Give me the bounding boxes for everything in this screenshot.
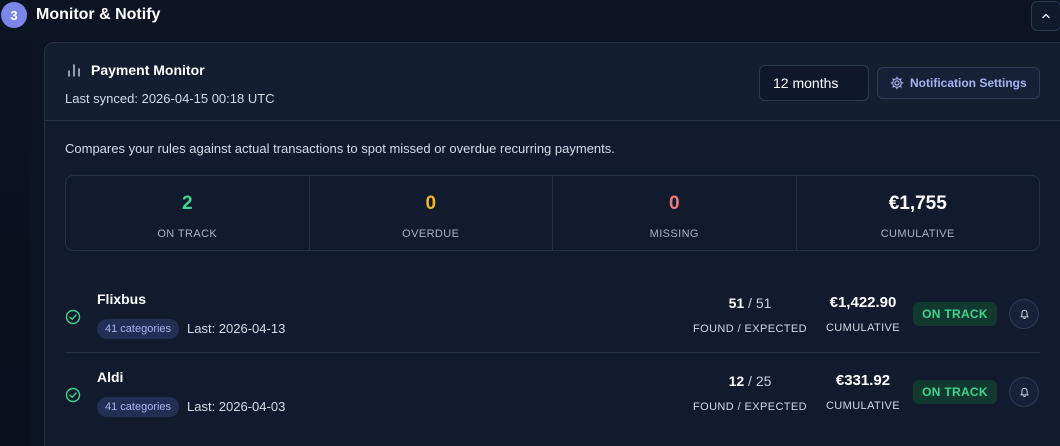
stat-on-track: 2 ON TRACK <box>66 176 310 250</box>
expected-count: / 51 <box>748 295 772 311</box>
last-synced-text: Last synced: 2026-04-15 00:18 UTC <box>65 91 275 106</box>
categories-chip[interactable]: 41 categories <box>97 319 180 339</box>
notification-settings-button[interactable]: Notification Settings <box>877 67 1040 99</box>
found-expected: 12 / 25 FOUND / EXPECTED <box>685 373 815 413</box>
stat-value: 2 <box>181 193 193 214</box>
step-badge: 3 <box>1 2 27 28</box>
check-circle-icon <box>65 309 81 325</box>
payment-name: Aldi <box>97 369 124 385</box>
stat-value: 0 <box>425 193 437 214</box>
section-title: Monitor & Notify <box>36 6 161 23</box>
bar-chart-icon <box>68 64 80 77</box>
stat-cumulative: €1,755 CUMULATIVE <box>797 176 1040 250</box>
cumulative-amount: €1,422.90 CUMULATIVE <box>817 294 909 334</box>
monitor-title: Payment Monitor <box>91 62 205 78</box>
bell-icon <box>1020 309 1028 319</box>
card-header: Payment Monitor Last synced: 2026-04-15 … <box>45 43 1060 121</box>
stat-value: €1,755 <box>888 193 947 214</box>
cumulative-amount: €331.92 CUMULATIVE <box>817 372 909 412</box>
cumulative-value: €331.92 <box>835 372 891 389</box>
stats-panel: 2 ON TRACK 0 OVERDUE 0 MISSING €1,755 CU… <box>65 175 1040 251</box>
stat-value: 0 <box>668 193 680 214</box>
found-expected: 51 / 51 FOUND / EXPECTED <box>685 295 815 335</box>
stat-overdue: 0 OVERDUE <box>310 176 553 250</box>
last-date: Last: 2026-04-13 <box>187 321 286 336</box>
last-date: Last: 2026-04-03 <box>187 399 286 414</box>
gear-icon <box>890 76 904 90</box>
status-badge: ON TRACK <box>913 380 997 404</box>
check-circle-icon <box>65 387 81 403</box>
expected-count: / 25 <box>748 373 772 389</box>
stat-label: ON TRACK <box>157 228 218 240</box>
chevron-up-icon <box>1042 13 1050 19</box>
list-item: Flixbus 41 categories Last: 2026-04-13 5… <box>65 275 1040 353</box>
side-rail <box>0 40 30 446</box>
stat-label: MISSING <box>649 228 699 240</box>
notify-button[interactable] <box>1009 299 1039 329</box>
stat-label: OVERDUE <box>402 228 460 240</box>
notification-settings-label: Notification Settings <box>910 76 1027 90</box>
stat-missing: 0 MISSING <box>553 176 797 250</box>
period-select[interactable]: 12 months <box>759 65 869 101</box>
cumulative-label: CUMULATIVE <box>825 400 901 412</box>
payment-monitor-card: Payment Monitor Last synced: 2026-04-15 … <box>44 42 1060 446</box>
list-item: Aldi 41 categories Last: 2026-04-03 12 /… <box>65 353 1040 431</box>
cumulative-label: CUMULATIVE <box>825 322 901 334</box>
stat-label: CUMULATIVE <box>880 228 955 240</box>
status-badge: ON TRACK <box>913 302 997 326</box>
found-count: 12 <box>728 373 745 389</box>
bell-icon <box>1020 387 1028 397</box>
collapse-button[interactable] <box>1031 1 1060 31</box>
found-label: FOUND / EXPECTED <box>693 401 807 413</box>
cumulative-value: €1,422.90 <box>829 294 897 311</box>
found-count: 51 <box>728 295 745 311</box>
categories-chip[interactable]: 41 categories <box>97 397 180 417</box>
payment-name: Flixbus <box>97 291 147 307</box>
found-label: FOUND / EXPECTED <box>693 323 807 335</box>
notify-button[interactable] <box>1009 377 1039 407</box>
monitor-description: Compares your rules against actual trans… <box>65 141 615 156</box>
